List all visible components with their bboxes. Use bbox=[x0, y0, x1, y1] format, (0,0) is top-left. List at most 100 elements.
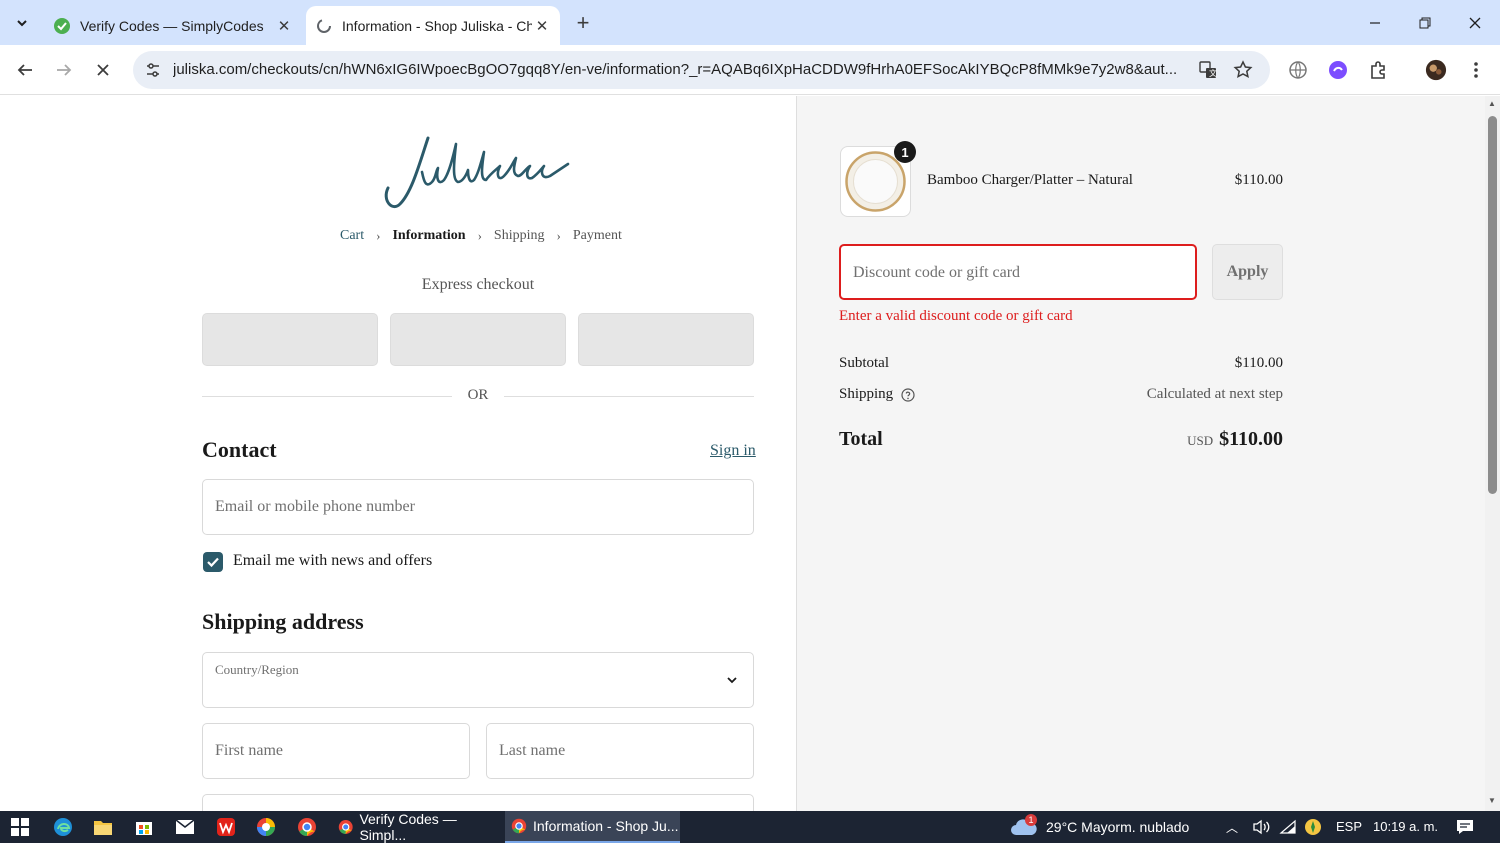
last-name-placeholder: Last name bbox=[499, 742, 566, 759]
address-bar[interactable]: juliska.com/checkouts/cn/hWN6xIG6IWpoecB… bbox=[133, 51, 1270, 89]
windows-taskbar: Verify Codes — Simpl... Information - Sh… bbox=[0, 811, 1500, 843]
restore-button[interactable] bbox=[1400, 0, 1450, 45]
wps-office-icon[interactable] bbox=[215, 816, 237, 838]
arrow-left-icon bbox=[17, 64, 32, 76]
express-pay-button-2[interactable] bbox=[390, 313, 566, 366]
email-placeholder: Email or mobile phone number bbox=[215, 498, 415, 515]
first-name-field[interactable]: First name bbox=[202, 723, 470, 779]
wifi-icon[interactable] bbox=[1277, 816, 1299, 838]
extensions-puzzle-icon[interactable] bbox=[1367, 59, 1389, 81]
address-field[interactable] bbox=[202, 794, 754, 811]
page-scrollbar[interactable]: ▲ ▼ bbox=[1485, 96, 1500, 811]
discount-placeholder: Discount code or gift card bbox=[853, 264, 1021, 281]
language-indicator[interactable]: ESP bbox=[1336, 819, 1362, 834]
menu-kebab-icon[interactable] bbox=[1465, 59, 1487, 81]
last-name-field[interactable]: Last name bbox=[486, 723, 754, 779]
sign-in-link[interactable]: Sign in bbox=[710, 442, 756, 460]
discount-error-message: Enter a valid discount code or gift card bbox=[839, 308, 1073, 324]
country-select[interactable]: Country/Region bbox=[202, 652, 754, 708]
new-tab-button[interactable]: + bbox=[570, 10, 596, 36]
close-window-button[interactable] bbox=[1450, 0, 1500, 45]
close-icon[interactable]: ✕ bbox=[532, 16, 552, 36]
mail-icon[interactable] bbox=[174, 816, 196, 838]
total-label: Total bbox=[839, 428, 883, 450]
subtotal-label: Subtotal bbox=[839, 355, 890, 371]
scroll-down-icon[interactable]: ▼ bbox=[1488, 796, 1496, 805]
product-price: $110.00 bbox=[1234, 172, 1283, 188]
total-value: $110.00 bbox=[1219, 428, 1283, 450]
file-explorer-icon[interactable] bbox=[92, 816, 114, 838]
email-field[interactable]: Email or mobile phone number bbox=[202, 479, 754, 535]
url-text: juliska.com/checkouts/cn/hWN6xIG6IWpoecB… bbox=[173, 61, 1178, 78]
juliska-logo[interactable] bbox=[370, 132, 585, 212]
store-icon[interactable] bbox=[133, 816, 155, 838]
help-circle-icon[interactable] bbox=[901, 387, 915, 402]
contact-heading: Contact bbox=[202, 437, 277, 462]
chevron-up-icon[interactable]: ︿ bbox=[1226, 819, 1238, 836]
chrome-icon bbox=[511, 818, 527, 834]
express-pay-button-3[interactable] bbox=[578, 313, 754, 366]
checkout-form-panel: Cart › Information › Shipping › Payment … bbox=[0, 96, 797, 811]
country-label: Country/Region bbox=[215, 662, 299, 677]
chevron-down-icon bbox=[727, 677, 737, 684]
weather-badge: 1 bbox=[1025, 814, 1037, 826]
weather-text[interactable]: 29°C Mayorm. nublado bbox=[1046, 819, 1189, 835]
total-value-row: USD $110.00 bbox=[1090, 428, 1283, 451]
taskbar-app-information[interactable]: Information - Shop Ju... bbox=[505, 811, 680, 843]
globe-extension-icon[interactable] bbox=[1287, 59, 1309, 81]
tab-verify-codes[interactable]: Verify Codes — SimplyCodes ✕ bbox=[44, 6, 302, 45]
express-checkout-title: Express checkout bbox=[421, 276, 535, 293]
product-name: Bamboo Charger/Platter – Natural bbox=[927, 172, 1133, 188]
colorful-app-icon[interactable] bbox=[255, 816, 277, 838]
taskbar-app-label: Verify Codes — Simpl... bbox=[359, 811, 457, 843]
close-icon bbox=[1469, 17, 1481, 28]
minimize-icon bbox=[1370, 21, 1380, 24]
breadcrumb-shipping: Shipping bbox=[493, 228, 545, 243]
breadcrumb: Cart › Information › Shipping › Payment bbox=[340, 228, 622, 244]
tab-title: Information - Shop Juliska - Che bbox=[342, 17, 532, 34]
arrow-right-icon bbox=[57, 64, 72, 76]
checkout-page: Cart › Information › Shipping › Payment … bbox=[0, 96, 1500, 811]
divider bbox=[504, 396, 754, 397]
clock[interactable]: 10:19 a. m. bbox=[1373, 819, 1438, 834]
newsletter-checkbox[interactable] bbox=[203, 552, 223, 572]
breadcrumb-payment: Payment bbox=[572, 228, 622, 243]
back-button[interactable] bbox=[10, 55, 40, 85]
first-name-placeholder: First name bbox=[215, 742, 283, 759]
notifications-icon[interactable] bbox=[1454, 816, 1476, 838]
chevron-down-icon bbox=[17, 20, 27, 27]
shipping-label: Shipping bbox=[839, 386, 894, 402]
tab-information[interactable]: Information - Shop Juliska - Che ✕ bbox=[306, 6, 560, 45]
restore-icon bbox=[1419, 17, 1431, 28]
tab-search-button[interactable] bbox=[8, 9, 36, 37]
windows-start-icon[interactable] bbox=[9, 816, 31, 838]
chrome-icon[interactable] bbox=[296, 816, 318, 838]
edge-icon[interactable] bbox=[52, 816, 74, 838]
breadcrumb-cart[interactable]: Cart bbox=[340, 228, 364, 244]
forward-button[interactable] bbox=[49, 55, 79, 85]
stop-button[interactable] bbox=[88, 55, 118, 85]
discount-code-input[interactable]: Discount code or gift card bbox=[839, 244, 1197, 300]
scroll-up-icon[interactable]: ▲ bbox=[1488, 99, 1496, 108]
scrollbar-thumb[interactable] bbox=[1488, 116, 1497, 494]
simplycodes-icon bbox=[54, 17, 70, 34]
extension-purple-icon[interactable] bbox=[1327, 59, 1349, 81]
breadcrumb-information: Information bbox=[392, 228, 466, 243]
speaker-icon[interactable] bbox=[1250, 816, 1272, 838]
shipping-address-heading: Shipping address bbox=[202, 609, 364, 634]
minimize-button[interactable] bbox=[1350, 0, 1400, 45]
close-icon[interactable]: ✕ bbox=[274, 16, 294, 36]
divider bbox=[202, 396, 452, 397]
express-pay-button-1[interactable] bbox=[202, 313, 378, 366]
quantity-badge: 1 bbox=[894, 141, 916, 163]
chevron-right-icon: › bbox=[556, 228, 561, 243]
apply-button[interactable]: Apply bbox=[1212, 244, 1283, 300]
translate-icon[interactable]: 文 bbox=[1198, 60, 1218, 80]
taskbar-app-verify-codes[interactable]: Verify Codes — Simpl... bbox=[332, 811, 502, 843]
checkmark-icon bbox=[207, 557, 219, 568]
browser-tab-bar: Verify Codes — SimplyCodes ✕ Information… bbox=[0, 0, 1500, 45]
bookmark-star-icon[interactable] bbox=[1233, 60, 1253, 80]
tray-app-icon[interactable] bbox=[1302, 816, 1324, 838]
profile-avatar[interactable] bbox=[1425, 59, 1447, 81]
chrome-icon bbox=[338, 820, 353, 834]
